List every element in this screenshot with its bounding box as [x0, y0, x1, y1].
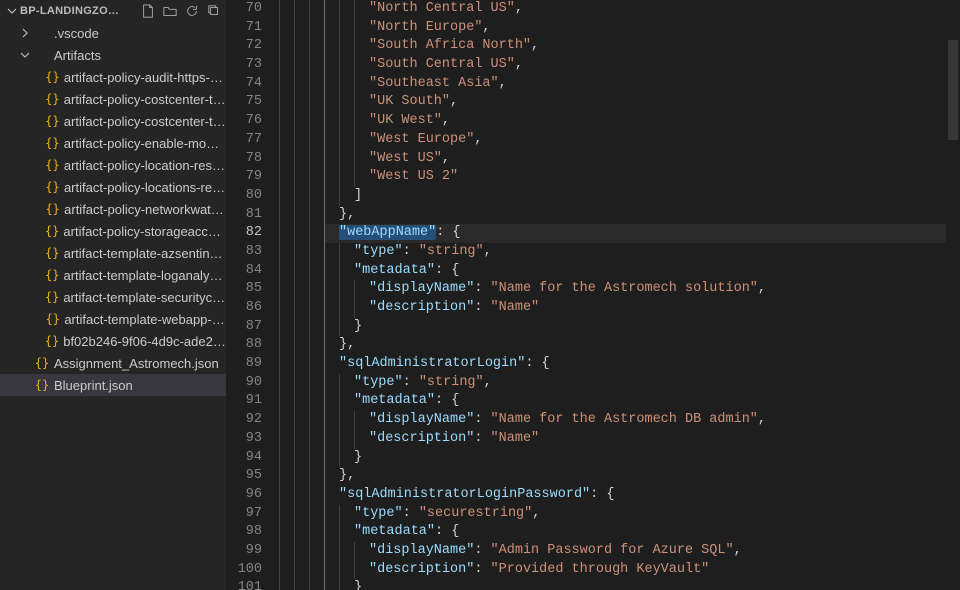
json-file-icon: {} — [45, 202, 60, 216]
tree-item-label: artifact-policy-costcenter-tag… — [64, 114, 226, 129]
json-file-icon: {} — [45, 70, 60, 84]
chevron-right-icon — [20, 28, 32, 38]
chevron-down-icon — [20, 50, 32, 60]
workspace-title: BP-LANDINGZO… — [20, 5, 140, 17]
tree-item-label: artifact-policy-location-resou… — [64, 158, 226, 173]
line-number: 83 — [226, 243, 262, 262]
tree-item-label: artifact-policy-audit-https-we… — [64, 70, 226, 85]
tree-item-label: Blueprint.json — [54, 378, 133, 393]
line-number: 88 — [226, 336, 262, 355]
tree-item-label: artifact-policy-costcenter-tag… — [64, 92, 226, 107]
file-tree: .vscode Artifacts {} artifact-policy-audit-… — [0, 22, 226, 590]
line-number: 77 — [226, 131, 262, 150]
line-number: 86 — [226, 299, 262, 318]
tree-item-label: Assignment_Astromech.json — [54, 356, 219, 371]
vertical-scrollbar[interactable] — [946, 0, 960, 590]
json-file-icon: {} — [45, 180, 60, 194]
line-number: 101 — [226, 579, 262, 590]
json-file-icon: {} — [45, 136, 60, 150]
line-number: 95 — [226, 467, 262, 486]
json-file-icon: {} — [45, 114, 60, 128]
file-item[interactable]: {} artifact-policy-networkwatch… — [0, 198, 226, 220]
file-item[interactable]: {} artifact-template-azsentinel--… — [0, 242, 226, 264]
tree-item-label: artifact-policy-storageaccoun… — [63, 224, 226, 239]
line-number: 92 — [226, 411, 262, 430]
line-number: 74 — [226, 75, 262, 94]
file-item[interactable]: {} Assignment_Astromech.json — [0, 352, 226, 374]
line-number: 73 — [226, 56, 262, 75]
line-number-gutter: 7071727374757677787980818283848586878889… — [226, 0, 274, 590]
line-number: 81 — [226, 206, 262, 225]
folder-item[interactable]: .vscode — [0, 22, 226, 44]
tree-item-label: artifact-policy-enable-monito… — [64, 136, 226, 151]
tree-item-label: artifact-policy-networkwatch… — [64, 202, 226, 217]
file-item[interactable]: {} artifact-policy-locations-reso… — [0, 176, 226, 198]
file-item[interactable]: {} artifact-template-webapp--d… — [0, 308, 226, 330]
line-number: 80 — [226, 187, 262, 206]
line-number: 75 — [226, 93, 262, 112]
file-item[interactable]: {} artifact-policy-location-resou… — [0, 154, 226, 176]
line-number: 79 — [226, 168, 262, 187]
code-editor[interactable]: 7071727374757677787980818283848586878889… — [226, 0, 960, 590]
file-item[interactable]: {} artifact-template-securitycent… — [0, 286, 226, 308]
line-number: 72 — [226, 37, 262, 56]
line-number: 97 — [226, 505, 262, 524]
line-number: 76 — [226, 112, 262, 131]
line-number: 100 — [226, 561, 262, 580]
line-number: 99 — [226, 542, 262, 561]
file-item[interactable]: {}artifact-policy-storageaccoun… — [0, 220, 226, 242]
line-number: 71 — [226, 19, 262, 38]
fold-gutter — [274, 0, 324, 590]
code-content[interactable]: "North Central US","North Europe","South… — [324, 0, 946, 590]
tree-item-label: artifact-template-webapp--d… — [64, 312, 226, 327]
tree-item-label: artifact-template-loganalytics… — [63, 268, 226, 283]
file-item[interactable]: {} artifact-policy-audit-https-we… — [0, 66, 226, 88]
folder-item[interactable]: Artifacts — [0, 44, 226, 66]
file-item[interactable]: {}artifact-template-loganalytics… — [0, 264, 226, 286]
file-item[interactable]: {} artifact-policy-costcenter-tag… — [0, 88, 226, 110]
line-number: 94 — [226, 449, 262, 468]
tree-item-label: artifact-template-azsentinel--… — [64, 246, 226, 261]
line-number: 70 — [226, 0, 262, 19]
line-number: 87 — [226, 318, 262, 337]
chevron-down-icon[interactable] — [6, 6, 18, 16]
json-file-icon: {} — [45, 224, 60, 238]
line-number: 84 — [226, 262, 262, 281]
line-number: 96 — [226, 486, 262, 505]
tree-item-label: artifact-policy-locations-reso… — [64, 180, 226, 195]
file-item-selected[interactable]: {} Blueprint.json — [0, 374, 226, 396]
line-number: 91 — [226, 392, 262, 411]
new-file-icon[interactable] — [140, 3, 156, 19]
json-file-icon: {} — [45, 92, 60, 106]
json-file-icon: {} — [45, 334, 59, 348]
tree-item-label: bf02b246-9f06-4d9c-ade2-10… — [63, 334, 226, 349]
line-number: 82 — [226, 224, 262, 243]
line-number: 90 — [226, 374, 262, 393]
collapse-all-icon[interactable] — [206, 3, 222, 19]
explorer-header: BP-LANDINGZO… — [0, 0, 226, 22]
json-file-icon: {} — [45, 312, 60, 326]
line-number: 89 — [226, 355, 262, 374]
new-folder-icon[interactable] — [162, 3, 178, 19]
line-number: 93 — [226, 430, 262, 449]
file-item[interactable]: {} artifact-policy-costcenter-tag… — [0, 110, 226, 132]
line-number: 98 — [226, 523, 262, 542]
file-item[interactable]: {} artifact-policy-enable-monito… — [0, 132, 226, 154]
line-number: 78 — [226, 150, 262, 169]
line-number: 85 — [226, 280, 262, 299]
json-file-icon: {} — [34, 356, 50, 370]
json-file-icon: {} — [34, 378, 50, 392]
json-file-icon: {} — [45, 290, 59, 304]
json-file-icon: {} — [45, 158, 60, 172]
json-file-icon: {} — [45, 268, 60, 282]
scrollbar-thumb[interactable] — [948, 40, 958, 140]
file-explorer-sidebar: BP-LANDINGZO… .vscodeArtifacts{}artifact… — [0, 0, 226, 590]
tree-item-label: artifact-template-securitycent… — [63, 290, 226, 305]
json-file-icon: {} — [45, 246, 60, 260]
file-item[interactable]: {} bf02b246-9f06-4d9c-ade2-10… — [0, 330, 226, 352]
tree-item-label: .vscode — [54, 26, 99, 41]
tree-item-label: Artifacts — [54, 48, 101, 63]
refresh-icon[interactable] — [184, 3, 200, 19]
